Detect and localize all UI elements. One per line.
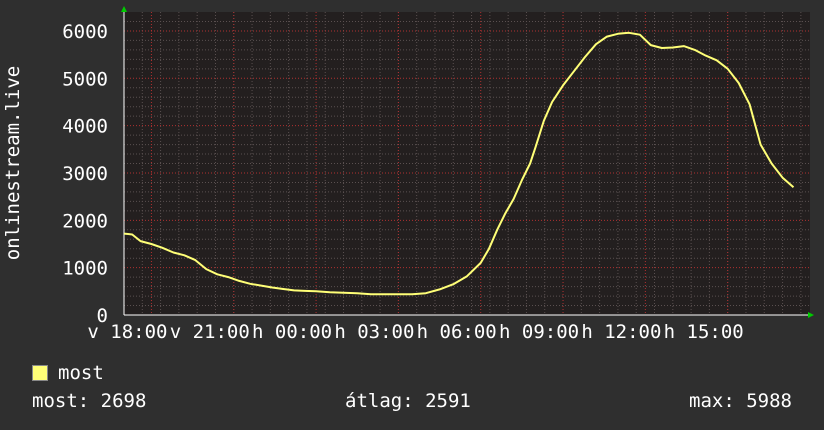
legend: most <box>32 362 104 384</box>
line-chart: 0100020003000400050006000v 18:00 v 21:00 h… <box>2 6 814 343</box>
x-tick-label: h 12:00 <box>581 321 661 343</box>
y-tick-label: 6000 <box>62 21 108 43</box>
y-tick-label: 4000 <box>62 116 108 138</box>
x-tick-label: h 03:00 <box>334 321 414 343</box>
x-tick-label: h 15:00 <box>664 321 744 343</box>
x-tick-label: v 18:00 <box>87 321 167 343</box>
x-tick-label: h 09:00 <box>499 321 579 343</box>
stat-average: átlag: 2591 <box>345 390 471 412</box>
y-axis-arrow <box>121 6 127 12</box>
legend-label: most <box>58 362 104 384</box>
y-tick-label: 2000 <box>62 210 108 232</box>
x-tick-label: h 06:00 <box>417 321 497 343</box>
y-tick-label: 5000 <box>62 68 108 90</box>
x-tick-label: v 21:00 <box>170 321 250 343</box>
legend-swatch <box>32 365 48 381</box>
x-tick-label: h 00:00 <box>252 321 332 343</box>
x-axis-arrow <box>808 312 814 318</box>
y-axis-label: onlinestream.live <box>2 66 24 260</box>
stat-current: most: 2698 <box>32 390 147 412</box>
y-tick-label: 1000 <box>62 258 108 280</box>
y-tick-label: 3000 <box>62 163 108 185</box>
stat-maximum: max: 5988 <box>689 390 792 412</box>
